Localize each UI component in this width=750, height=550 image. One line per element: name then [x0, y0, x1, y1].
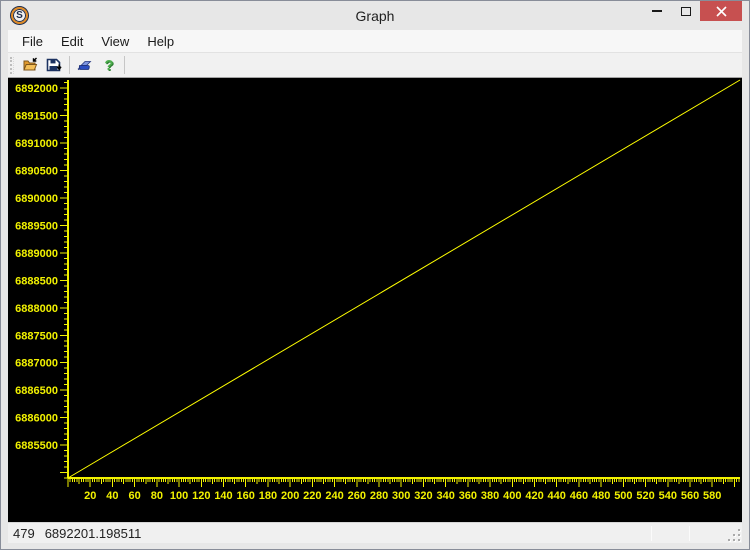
- cursor-y-value: 6892201.198511: [45, 526, 142, 541]
- svg-text:6888000: 6888000: [15, 303, 58, 315]
- svg-text:500: 500: [614, 490, 632, 502]
- minimize-icon: [652, 10, 662, 12]
- svg-text:6886500: 6886500: [15, 385, 58, 397]
- maximize-button[interactable]: [671, 1, 700, 21]
- svg-text:6886000: 6886000: [15, 413, 58, 425]
- svg-text:120: 120: [192, 490, 210, 502]
- svg-text:200: 200: [281, 490, 299, 502]
- svg-text:360: 360: [459, 490, 477, 502]
- svg-text:400: 400: [503, 490, 521, 502]
- svg-text:540: 540: [659, 490, 677, 502]
- svg-text:380: 380: [481, 490, 499, 502]
- resize-grip-icon[interactable]: [727, 528, 740, 541]
- svg-text:6885500: 6885500: [15, 440, 58, 452]
- toolbar-separator: [69, 56, 70, 74]
- close-icon: [716, 6, 727, 17]
- open-button[interactable]: [18, 54, 42, 76]
- window-title: Graph: [8, 8, 742, 24]
- svg-text:340: 340: [436, 490, 454, 502]
- graph-window: S Graph File Edit View Help: [0, 0, 750, 550]
- svg-text:100: 100: [170, 490, 188, 502]
- statusbar-divider: [651, 526, 652, 541]
- open-folder-icon: [22, 57, 38, 73]
- menu-help[interactable]: Help: [138, 30, 183, 52]
- svg-text:6889000: 6889000: [15, 248, 58, 260]
- toolbar-gripper[interactable]: [10, 57, 14, 74]
- statusbar-divider: [689, 526, 690, 541]
- menu-file[interactable]: File: [13, 30, 52, 52]
- svg-text:480: 480: [592, 490, 610, 502]
- svg-text:460: 460: [570, 490, 588, 502]
- svg-text:6892000: 6892000: [15, 83, 58, 95]
- minimize-button[interactable]: [642, 1, 671, 21]
- svg-text:40: 40: [106, 490, 118, 502]
- printer-icon: [77, 57, 93, 73]
- svg-text:420: 420: [525, 490, 543, 502]
- chart-svg: 20 40 60 80 100 120 140 160 180 200 220 240 260 280 30…: [8, 78, 742, 522]
- svg-text:440: 440: [548, 490, 566, 502]
- toolbar-separator: [124, 56, 125, 74]
- svg-text:20: 20: [84, 490, 96, 502]
- menu-bar: File Edit View Help: [8, 30, 742, 53]
- toolbar: ?: [8, 53, 742, 78]
- save-floppy-icon: [46, 57, 62, 73]
- maximize-icon: [681, 7, 691, 16]
- close-button[interactable]: [700, 1, 742, 21]
- cursor-x-value: 479: [13, 526, 35, 541]
- svg-text:260: 260: [348, 490, 366, 502]
- svg-text:60: 60: [129, 490, 141, 502]
- svg-text:6891500: 6891500: [15, 111, 58, 123]
- window-controls: [642, 1, 742, 21]
- svg-text:220: 220: [303, 490, 321, 502]
- svg-text:140: 140: [214, 490, 232, 502]
- svg-text:560: 560: [681, 490, 699, 502]
- help-question-icon: ?: [104, 57, 113, 74]
- svg-text:6891000: 6891000: [15, 138, 58, 150]
- svg-text:580: 580: [703, 490, 721, 502]
- menu-view[interactable]: View: [92, 30, 138, 52]
- svg-text:6890500: 6890500: [15, 166, 58, 178]
- svg-text:520: 520: [636, 490, 654, 502]
- svg-text:6887000: 6887000: [15, 358, 58, 370]
- svg-text:6888500: 6888500: [15, 275, 58, 287]
- svg-text:300: 300: [392, 490, 410, 502]
- svg-text:80: 80: [151, 490, 163, 502]
- help-button[interactable]: ?: [97, 54, 121, 76]
- print-button[interactable]: [73, 54, 97, 76]
- save-button[interactable]: [42, 54, 66, 76]
- cursor-position: 479 6892201.198511: [13, 526, 151, 541]
- chart-plot-area[interactable]: 20 40 60 80 100 120 140 160 180 200 220 240 260 280 30…: [8, 78, 742, 522]
- menu-edit[interactable]: Edit: [52, 30, 92, 52]
- svg-text:160: 160: [237, 490, 255, 502]
- title-bar[interactable]: S Graph: [8, 1, 742, 30]
- svg-text:320: 320: [414, 490, 432, 502]
- svg-text:6887500: 6887500: [15, 330, 58, 342]
- svg-text:240: 240: [325, 490, 343, 502]
- status-bar: 479 6892201.198511: [8, 522, 742, 543]
- svg-text:6889500: 6889500: [15, 220, 58, 232]
- svg-text:180: 180: [259, 490, 277, 502]
- svg-text:280: 280: [370, 490, 388, 502]
- svg-text:6890000: 6890000: [15, 193, 58, 205]
